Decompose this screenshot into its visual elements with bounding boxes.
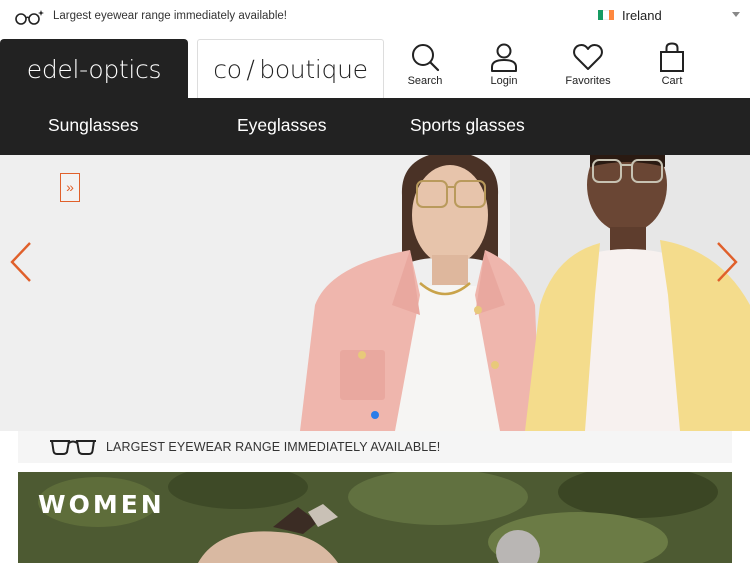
tab-co-boutique[interactable]: co ∕ boutique (197, 39, 384, 98)
top-bar: Largest eyewear range immediately availa… (0, 0, 750, 36)
glasses-sparkle-icon (15, 10, 44, 25)
ireland-flag-icon (598, 10, 614, 20)
chevron-right-icon[interactable] (712, 237, 742, 287)
search-label: Search (407, 75, 443, 87)
cart-label: Cart (661, 75, 683, 87)
heart-icon (573, 44, 603, 70)
carousel-dot[interactable] (371, 411, 379, 419)
nav-sunglasses[interactable]: Sunglasses (48, 115, 138, 136)
hero-image (0, 155, 750, 431)
co-boutique-logo: co ∕ boutique (213, 54, 368, 84)
tab-edel-optics[interactable]: edel-optics (0, 39, 188, 99)
user-icon (491, 43, 517, 72)
login-button[interactable]: Login (474, 42, 534, 92)
country-label: Ireland (622, 7, 662, 23)
slogan-text: LARGEST EYEWEAR RANGE IMMEDIATELY AVAILA… (106, 440, 441, 454)
edel-optics-logo: edel-optics (26, 54, 162, 84)
glasses-icon (50, 440, 96, 455)
bag-icon (660, 42, 684, 72)
hero-expand-button[interactable]: » (60, 173, 80, 202)
chevron-down-icon[interactable] (732, 12, 740, 17)
search-button[interactable]: Search (395, 42, 455, 92)
favorites-button[interactable]: Favorites (558, 42, 618, 92)
country-selector[interactable]: Ireland (598, 7, 662, 23)
nav-eyeglasses[interactable]: Eyeglasses (237, 115, 327, 136)
slogan-bar: LARGEST EYEWEAR RANGE IMMEDIATELY AVAILA… (18, 431, 732, 463)
nav-sports-glasses[interactable]: Sports glasses (410, 115, 525, 136)
main-nav: Sunglasses Eyeglasses Sports glasses (0, 98, 750, 155)
favorites-label: Favorites (565, 75, 611, 87)
hero-carousel: » (0, 155, 750, 431)
women-banner-title: WOMEN (38, 490, 165, 519)
login-label: Login (490, 75, 518, 87)
search-icon (412, 44, 440, 72)
chevron-left-icon[interactable] (6, 237, 36, 287)
tagline: Largest eyewear range immediately availa… (53, 10, 287, 22)
women-category-banner[interactable]: WOMEN (18, 472, 732, 563)
cart-button[interactable]: Cart (642, 42, 702, 92)
